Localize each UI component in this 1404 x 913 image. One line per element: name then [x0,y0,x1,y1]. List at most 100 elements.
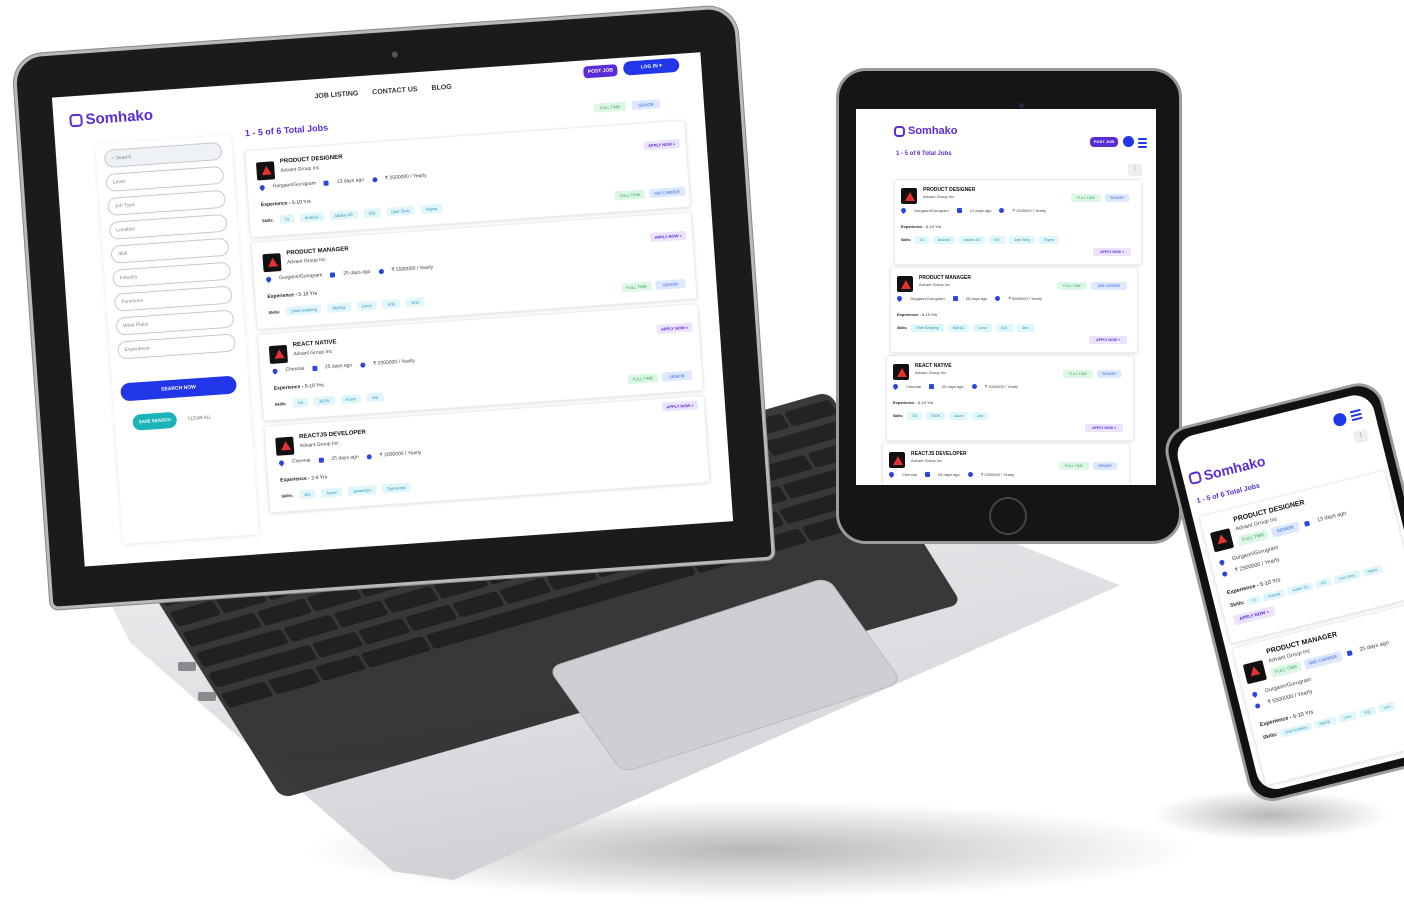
nav-contact-us[interactable]: CONTACT US [372,86,418,96]
job-location: Chennai [906,384,921,389]
job-card[interactable]: PRODUCT MANAGER Advant Group Inc Gurgaon… [890,267,1138,353]
company-logo [893,364,909,380]
job-type-select[interactable]: Job Type [107,189,227,216]
location-pin-icon [891,382,900,391]
user-avatar[interactable] [1331,411,1348,428]
skills-label: Skills: [1262,731,1279,742]
skill-chip: Linux [356,300,377,311]
logo[interactable]: Somhako [894,125,958,137]
experience-select[interactable]: Experience [117,333,237,360]
apply-now-button[interactable]: APPLY NOW » [1093,248,1131,256]
experience-label: Experience - [267,292,298,301]
skills-list: Skills: Shell Scripting MySQL Linux SQL … [897,324,1034,332]
apply-now-button[interactable]: APPLY NOW » [1089,336,1127,344]
job-title[interactable]: REACTJS DEVELOPER [299,430,366,441]
save-search-button[interactable]: SAVE SEARCH [132,411,178,431]
level-select[interactable]: Level [105,165,225,193]
apply-now-button[interactable]: APPLY NOW » [1085,424,1123,432]
user-avatar[interactable] [1123,136,1134,147]
skill-select[interactable]: Skill [110,237,230,264]
location-pin-icon [899,206,908,215]
job-card[interactable]: REACTJS DEVELOPER Advant Group Inc Chenn… [882,443,1130,485]
location-pin-icon [895,294,904,303]
location-pin-icon [258,183,266,191]
skill-chip: Jira [366,392,384,403]
results-title: 1 - 5 of 6 Total Jobs [244,122,329,139]
job-salary: ₹ 2000000 / Yearly [984,384,1019,389]
results-title: 1 - 5 of 6 Total Jobs [896,151,952,157]
job-card[interactable]: REACT NATIVE Advant Group Inc Chennai 25… [886,355,1134,441]
search-icon: ⌕ [111,155,115,162]
skill-chip: UI [279,214,295,225]
tablet-home-button[interactable] [989,497,1027,535]
job-title[interactable]: PRODUCT DESIGNER [923,187,975,193]
skill-chip: Android [299,211,324,223]
calendar-icon [330,271,336,278]
job-type-tag: FULL TIME [1063,370,1093,378]
location-select[interactable]: Location [108,213,228,240]
skill-chip: Android [932,236,955,244]
search-now-button[interactable]: SEARCH NOW [120,375,238,402]
logo-icon [69,113,84,128]
skill-chip: User Story [1008,236,1036,244]
apply-now-button[interactable]: APPLY NOW » [656,322,693,334]
company-name: Advant Group Inc [915,370,947,375]
apply-now-button[interactable]: APPLY NOW » [1232,605,1276,626]
job-card[interactable]: PRODUCT DESIGNER Advant Group Inc Gurgao… [894,179,1142,265]
experience-label: Experience - [260,200,291,209]
skill-chip: Azure [339,393,362,405]
skill-chip: iOS [988,236,1005,244]
search-input[interactable]: ⌕ Search [103,141,223,169]
skill-chip: User Story [1333,569,1361,585]
skills-list: Skills: Git JSON Azure Jira [275,392,384,409]
job-title[interactable]: REACT NATIVE [293,339,337,348]
work-place-select[interactable]: Work Place [115,309,235,336]
nav-job-listing[interactable]: JOB LISTING [314,90,358,100]
job-title[interactable]: REACTJS DEVELOPER [911,451,967,457]
filter-icon[interactable]: ⫶ [1352,428,1370,445]
job-meta: Gurgaon/Gurugram 13 days ago ₹ 2500000 /… [258,172,427,191]
filter-icon[interactable]: ⫶ [1128,164,1142,176]
skill-chip: MySQL [327,302,352,313]
skill-chip: iOS [1314,577,1333,589]
skill-chip: UI [915,236,929,244]
job-salary: ₹ 2500000 / Yearly [384,172,427,182]
skill-chip: Unix [1016,324,1034,332]
location-pin-icon [271,367,279,375]
full-time-tag: FULL TIME [593,101,627,113]
logo[interactable]: Somhako [1187,453,1267,487]
apply-now-button[interactable]: APPLY NOW » [661,400,699,412]
job-title[interactable]: PRODUCT DESIGNER [280,154,343,164]
logo[interactable]: Somhako [69,107,154,130]
clear-all-button[interactable]: CLEAR ALL [182,409,217,427]
functions-select[interactable]: Functions [113,285,233,312]
skill-chip: SQL [995,324,1013,332]
job-type-tag: FULL TIME [1057,282,1087,290]
menu-icon[interactable] [1138,136,1147,150]
job-posted: 25 days ago [965,296,988,301]
nav-blog[interactable]: BLOG [431,84,452,92]
brand-name: Somhako [908,125,958,137]
skills-label: Skills: [893,414,904,418]
post-job-button[interactable]: POST JOB [1090,137,1118,147]
job-title[interactable]: PRODUCT MANAGER [919,275,971,281]
job-posted: 12 days ago [969,208,992,213]
menu-icon[interactable] [1349,407,1363,423]
skill-chip: SQL [1358,706,1377,719]
apply-now-button[interactable]: APPLY NOW » [649,230,687,243]
skill-chip: Linux [1337,711,1358,724]
job-title[interactable]: REACT NATIVE [915,363,952,369]
job-meta: Gurgaon/Gurugram 12 days ago ₹ 2500000 /… [899,206,1046,215]
industry-select[interactable]: Industry [112,261,232,288]
salary-icon [995,296,1001,301]
job-posted-meta: 25 days ago [1346,640,1390,656]
company-logo [889,452,905,468]
apply-now-button[interactable]: APPLY NOW » [643,138,680,151]
job-location: Gurgaon/Gurugram [914,208,949,213]
tablet: Somhako POST JOB 1 - 5 of 6 Total Jobs ⫶… [836,68,1182,544]
job-title[interactable]: PRODUCT MANAGER [286,246,349,256]
log-in-button[interactable]: LOG IN ▾ [622,57,680,76]
job-posted: 25 days ago [1358,640,1390,654]
skills-label: Skills: [901,238,912,242]
post-job-button[interactable]: POST JOB [583,64,618,79]
